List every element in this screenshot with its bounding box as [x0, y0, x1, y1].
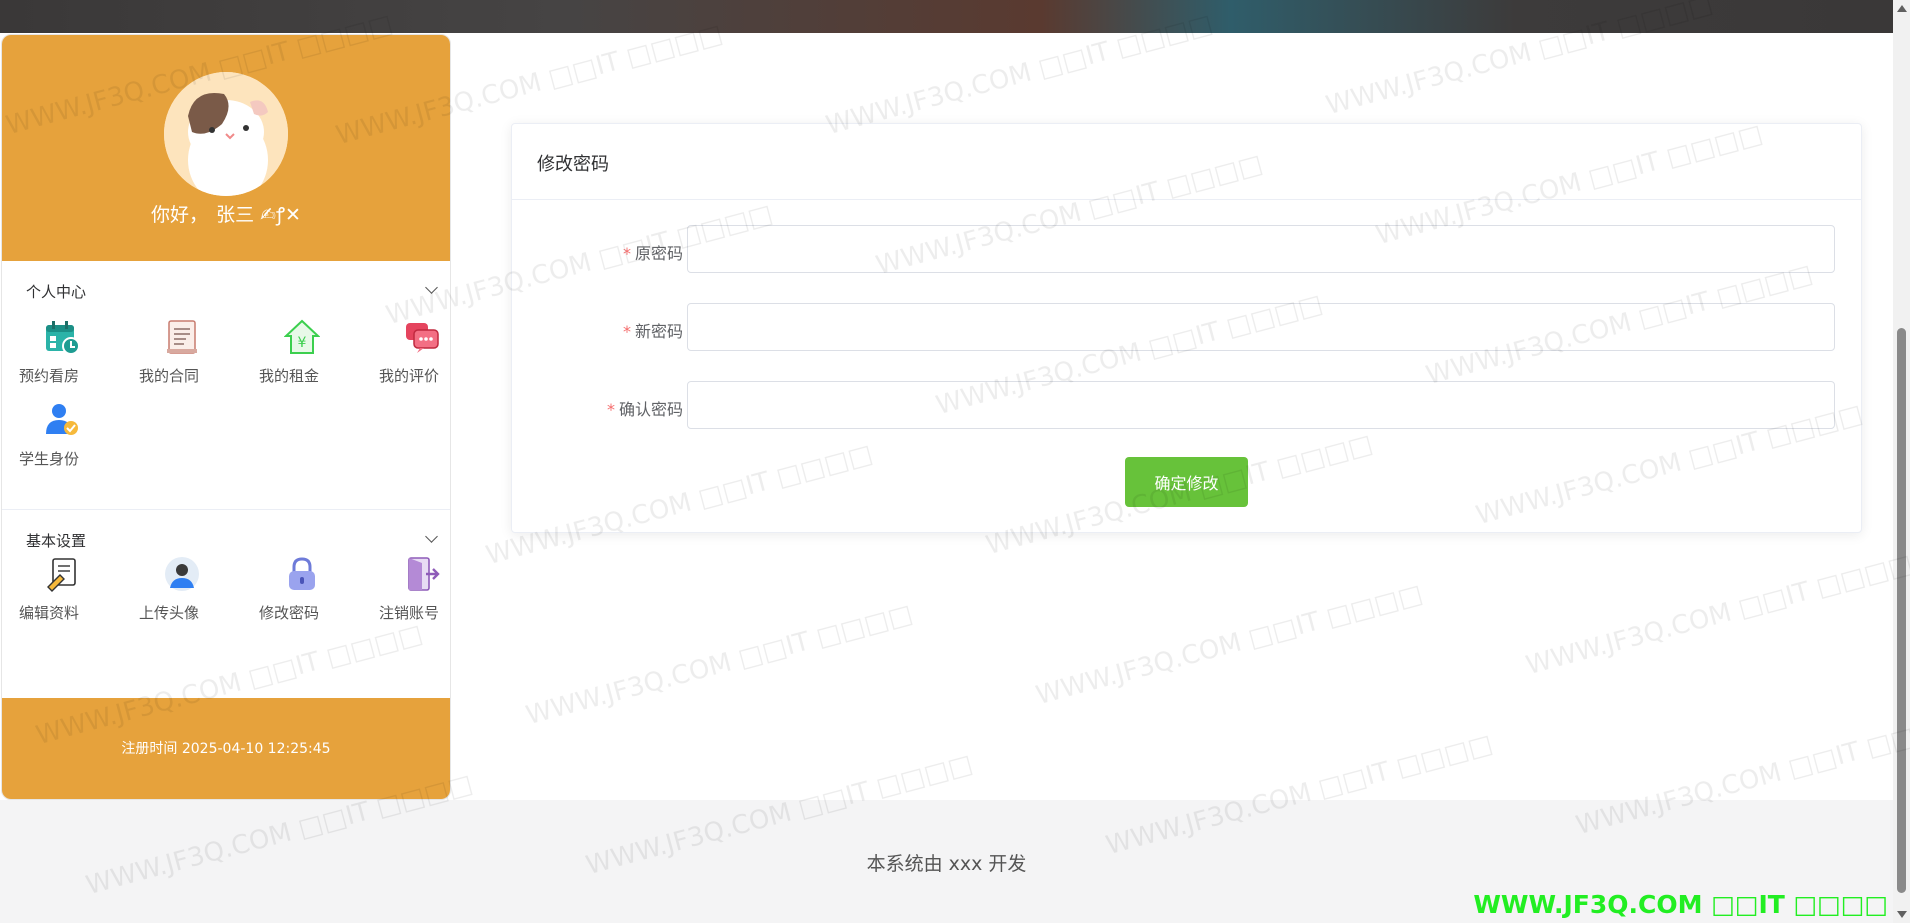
old-password-label: * 原密码	[622, 244, 683, 263]
personal-center-grid: 预约看房 我的合同 ¥ 我的租金 我的评价 学生身份	[2, 319, 450, 485]
avatar[interactable]	[164, 72, 288, 196]
menu-item-label: 预约看房	[18, 367, 79, 385]
menu-item-label: 上传头像	[138, 604, 199, 622]
lock-icon	[289, 557, 315, 590]
scroll-up-arrow-icon[interactable]	[1897, 5, 1907, 12]
basic-settings-grid: 编辑资料 上传头像 修改密码 注销账号	[2, 556, 450, 639]
new-password-label: * 新密码	[622, 322, 683, 341]
card-title: 修改密码	[537, 154, 609, 175]
card-header: 修改密码	[512, 124, 1861, 200]
menu-item-reviews[interactable]: 我的评价	[362, 319, 450, 402]
svg-text:¥: ¥	[298, 335, 307, 351]
section-title: 个人中心	[26, 283, 87, 301]
form-row-confirm-password: * 确认密码	[512, 381, 1861, 431]
menu-item-label: 我的评价	[378, 367, 439, 385]
menu-item-label: 我的合同	[138, 367, 199, 385]
profile-footer: 注册时间 2025-04-10 12:25:45	[2, 698, 450, 799]
page-scrollbar[interactable]	[1893, 0, 1910, 923]
menu-item-label: 注销账号	[378, 604, 439, 622]
edit-document-icon	[47, 558, 76, 592]
menu-item-appointment[interactable]: 预约看房	[2, 319, 122, 402]
menu-item-label: 我的租金	[258, 367, 319, 385]
chevron-down-icon[interactable]	[425, 530, 438, 543]
profile-header: 你好， 张三 ✍ꝭ✕	[2, 35, 450, 261]
watermark: WWW.JF3Q.COM □□IT □□□□	[1522, 548, 1910, 682]
student-badge-icon	[46, 404, 78, 435]
register-time: 注册时间 2025-04-10 12:25:45	[121, 741, 331, 757]
greeting-prefix: 你好，	[151, 204, 209, 226]
old-password-input[interactable]	[687, 225, 1835, 273]
footer-text: 本系统由 xxx 开发	[866, 853, 1027, 875]
section-personal-center[interactable]: 个人中心	[2, 261, 450, 319]
menu-item-label: 编辑资料	[18, 604, 79, 622]
top-banner-image	[0, 0, 1893, 33]
menu-item-upload-avatar[interactable]: 上传头像	[122, 556, 242, 639]
rent-house-yuan-icon: ¥	[284, 319, 320, 354]
user-name: 张三 ✍ꝭ✕	[216, 204, 301, 226]
chevron-down-icon[interactable]	[425, 281, 438, 294]
chat-bubble-icon	[406, 323, 439, 353]
confirm-password-input[interactable]	[687, 381, 1835, 429]
menu-item-rent[interactable]: ¥ 我的租金	[242, 319, 362, 402]
form-row-new-password: * 新密码	[512, 303, 1861, 353]
menu-item-contract[interactable]: 我的合同	[122, 319, 242, 402]
menu-item-student-identity[interactable]: 学生身份	[2, 402, 122, 485]
new-password-input[interactable]	[687, 303, 1835, 351]
confirm-password-label: * 确认密码	[606, 400, 683, 419]
section-title: 基本设置	[26, 532, 87, 550]
calendar-clock-icon	[46, 321, 80, 355]
confirm-change-button[interactable]: 确定修改	[1125, 457, 1248, 507]
user-sidebar: 你好， 张三 ✍ꝭ✕ 个人中心 预约看房 我的合同 ¥ 我的租金 我的评价 学生…	[1, 34, 451, 800]
greeting-line: 你好， 张三 ✍ꝭ✕	[2, 200, 450, 227]
menu-item-delete-account[interactable]: 注销账号	[362, 556, 450, 639]
scroll-down-arrow-icon[interactable]	[1897, 911, 1907, 918]
menu-item-label: 学生身份	[18, 450, 79, 468]
form-row-old-password: * 原密码	[512, 225, 1861, 275]
avatar-upload-icon	[165, 557, 199, 591]
menu-item-edit-profile[interactable]: 编辑资料	[2, 556, 122, 639]
watermark: WWW.JF3Q.COM □□IT □□□□	[1032, 578, 1426, 712]
logout-door-icon	[408, 557, 440, 591]
cat-avatar-icon	[164, 72, 288, 196]
change-password-card: 修改密码 * 原密码 * 新密码 * 确认密码 确定修改	[511, 123, 1862, 533]
scroll-thumb[interactable]	[1897, 328, 1906, 893]
menu-item-change-password[interactable]: 修改密码	[242, 556, 362, 639]
corner-watermark: WWW.JF3Q.COM □□IT □□□□	[1473, 890, 1888, 919]
menu-item-label: 修改密码	[258, 604, 319, 622]
contract-document-icon	[167, 320, 197, 354]
watermark: WWW.JF3Q.COM □□IT □□□□	[522, 598, 916, 732]
